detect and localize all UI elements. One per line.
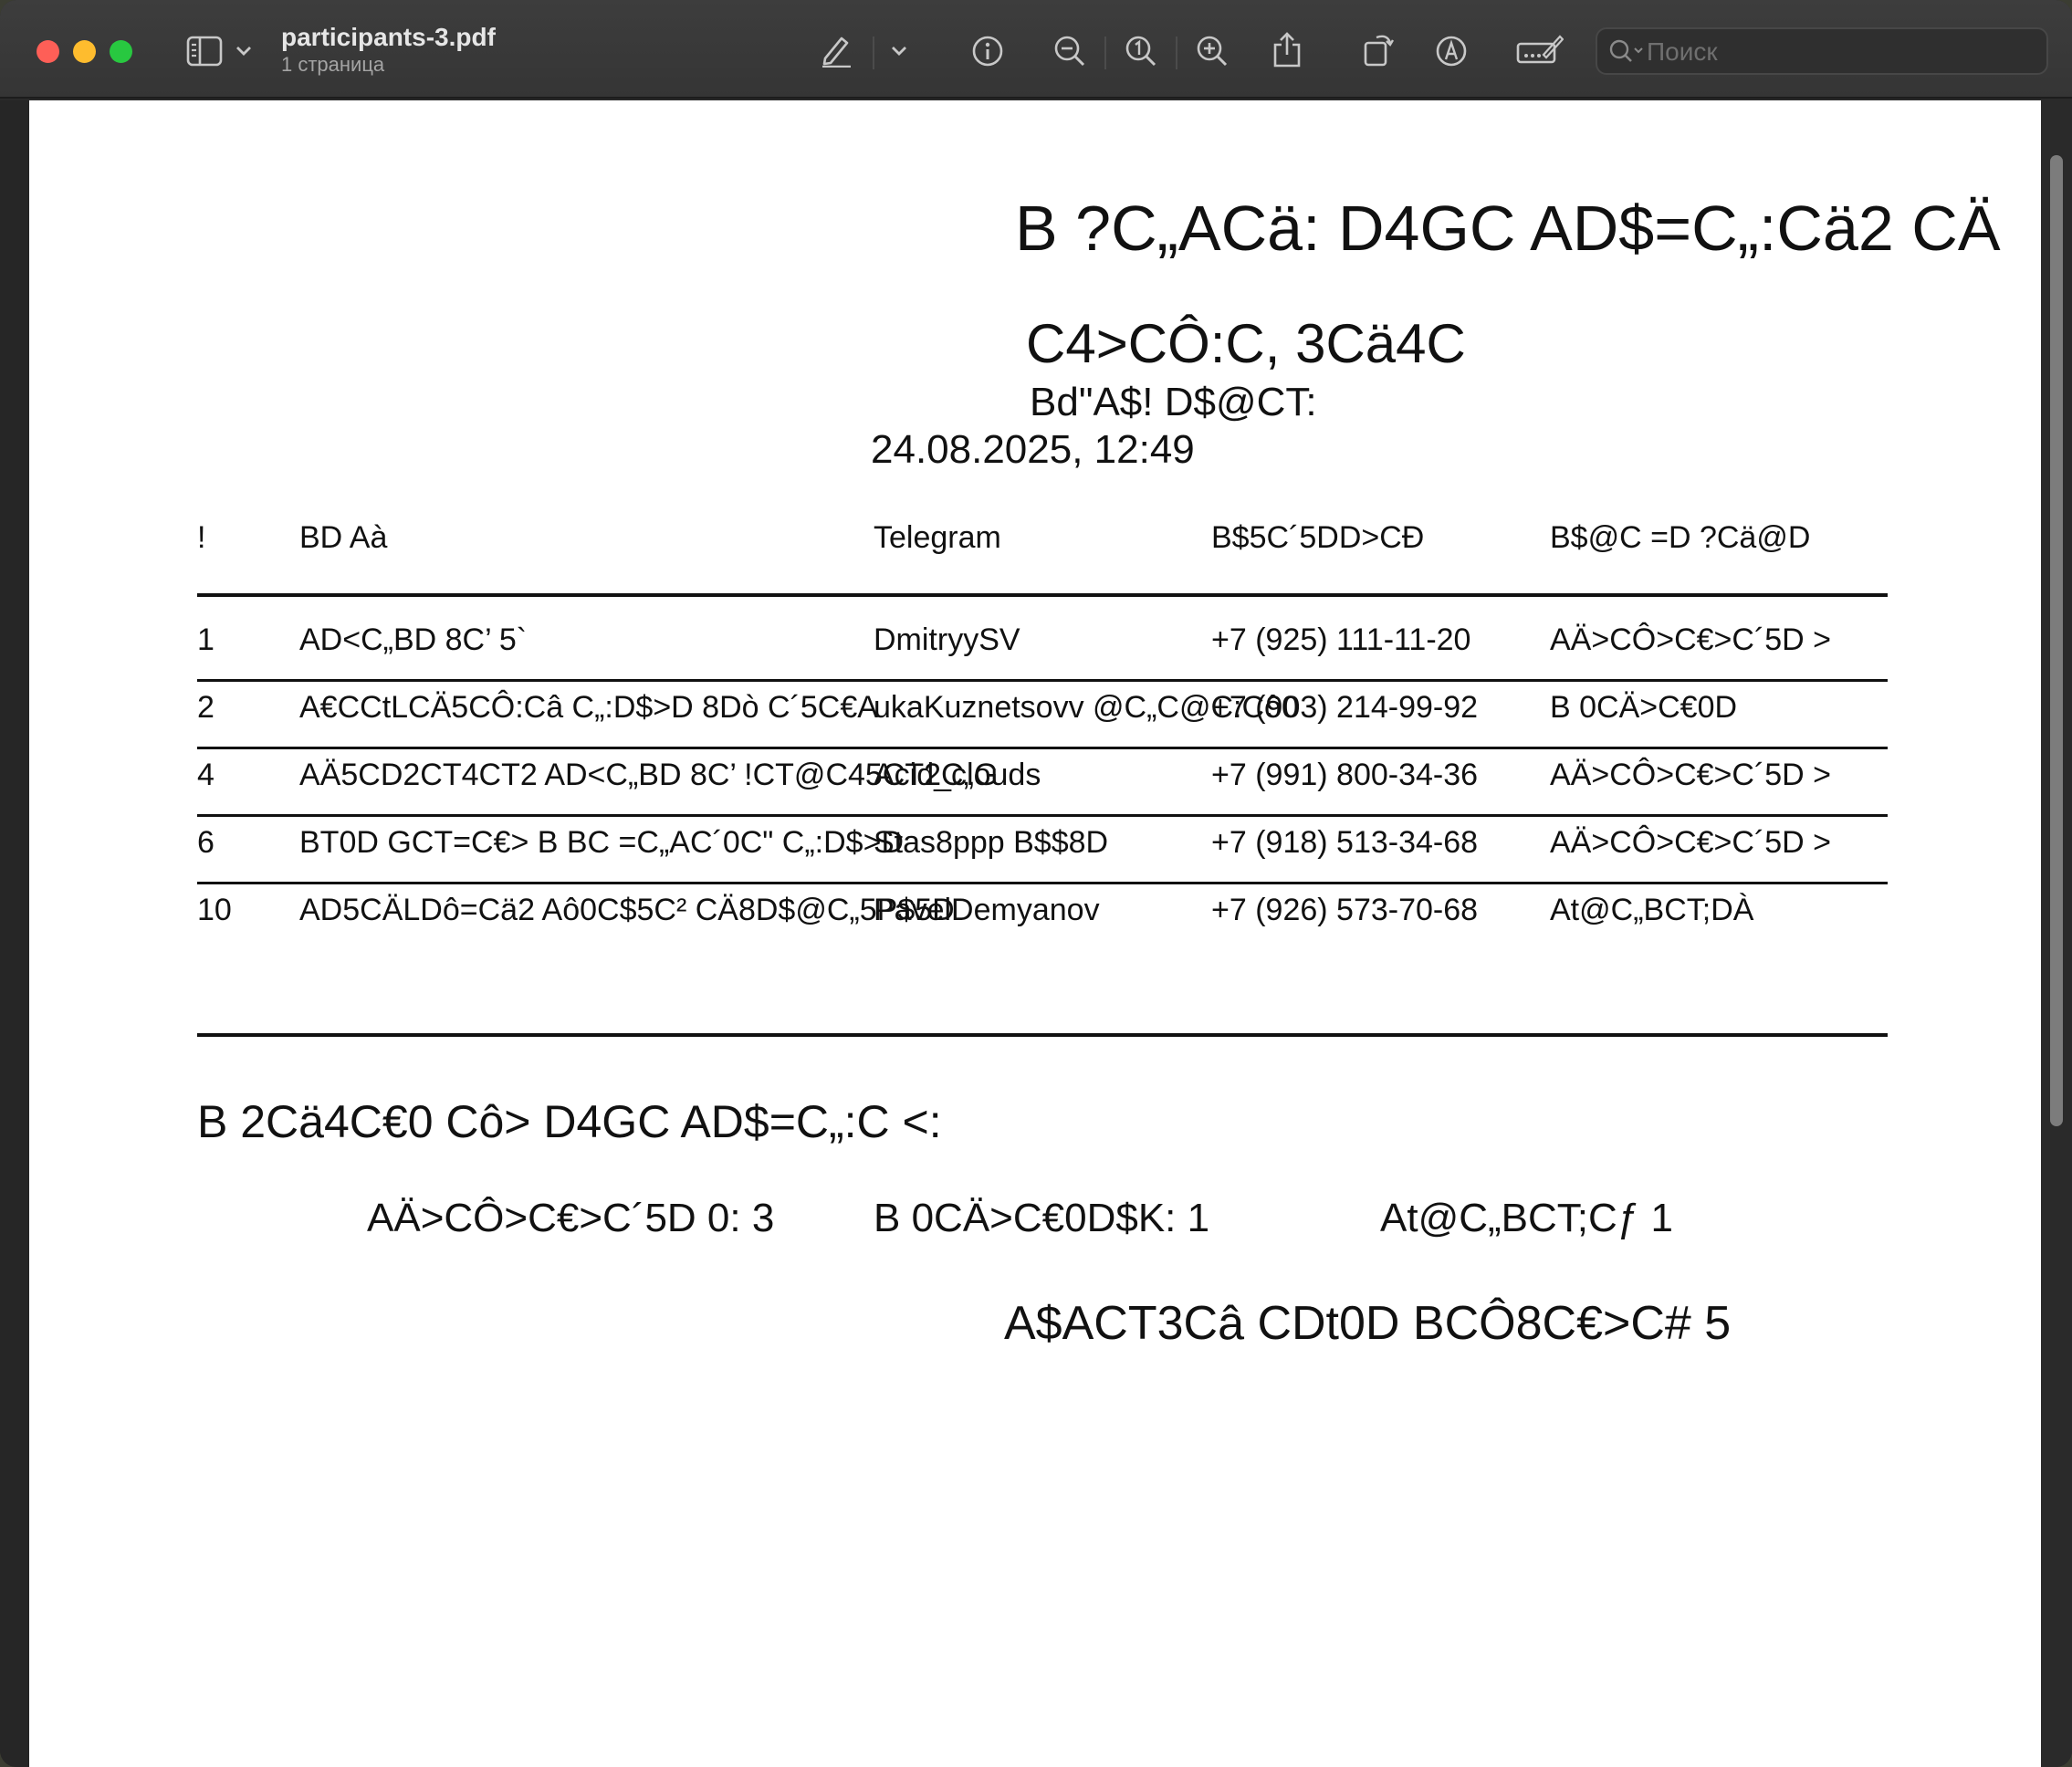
summary-stat-waiting: B 0CÄ>C€0D$K: 1 — [874, 1196, 1210, 1240]
generated-datetime: 24.08.2025, 12:49 — [871, 427, 1195, 472]
generated-label: Bd"A$! D$@CT: — [1030, 380, 1317, 424]
actual-size-icon[interactable] — [1123, 33, 1159, 69]
row-number: 10 — [197, 893, 232, 927]
row-phone: +7 (926) 573-70-68 — [1211, 893, 1479, 927]
column-header-phone: B$5C´5DD>CĐ — [1211, 520, 1425, 555]
document-view[interactable]: B ?C„ACä: D4GC AD$=C„:Cä2 CÄ C4>CÔ:C, 3C… — [0, 100, 2072, 1767]
scrollbar-thumb[interactable] — [2050, 155, 2063, 1126]
column-header-telegram: Telegram — [874, 520, 1001, 555]
row-telegram: PavelDemyanov — [874, 893, 1100, 927]
info-icon[interactable] — [969, 33, 1006, 69]
search-icon — [1608, 38, 1645, 70]
row-status: AÄ>CÔ>C€>C´5D > — [1550, 825, 1832, 860]
row-divider — [197, 747, 1888, 749]
form-fill-icon[interactable] — [1515, 31, 1564, 68]
row-divider — [197, 814, 1888, 817]
row-name: AD5CÄLDô=Cä2 Aô0C$5C² CÄ8D$@C„5P$5D — [299, 893, 955, 927]
column-header-name: BD Aà — [299, 520, 388, 555]
row-telegram: Stas8ppp B$$8D — [874, 825, 1109, 860]
toolbar: participants-3.pdf 1 страница — [0, 0, 2072, 99]
chevron-down-icon[interactable] — [232, 40, 256, 62]
row-status: B 0CÄ>C€0D — [1550, 690, 1738, 725]
document-title-block: participants-3.pdf 1 страница — [281, 22, 496, 77]
row-name: BT0D GCT=C€> B BC =C„AC´0C" C„:D$>D — [299, 825, 905, 860]
column-header-number: ! — [197, 520, 206, 555]
row-divider — [197, 882, 1888, 884]
row-name: AD<C„BD 8C’ 5` — [299, 622, 528, 657]
row-name: A€CCtLCÄ5CÔ:Câ C„:D$>D 8Dò C´5C€A — [299, 690, 878, 725]
row-telegram: DmitryySV — [874, 622, 1020, 657]
summary-stat-declined: At@C„BCT;Cƒ 1 — [1380, 1196, 1673, 1240]
summary-title: B 2Cä4C€0 Cô> D4GC AD$=C„:C <: — [197, 1096, 942, 1147]
close-window-button[interactable] — [37, 40, 59, 63]
toolbar-separator — [873, 37, 874, 69]
column-header-status: B$@C =D ?Cä@D — [1550, 520, 1811, 555]
minimize-window-button[interactable] — [73, 40, 96, 63]
row-status: AÄ>CÔ>C€>C´5D > — [1550, 622, 1832, 657]
markup-pen-icon[interactable] — [818, 31, 854, 69]
row-phone: +7 (903) 214-99-92 — [1211, 690, 1479, 725]
row-phone: +7 (991) 800-34-36 — [1211, 758, 1479, 792]
row-phone: +7 (918) 513-34-68 — [1211, 825, 1479, 860]
sidebar-icon[interactable] — [183, 31, 226, 71]
share-icon[interactable] — [1269, 29, 1305, 69]
document-title: participants-3.pdf — [281, 23, 496, 51]
search-input[interactable] — [1647, 37, 2030, 68]
report-subtitle: C4>CÔ:C, 3Cä4C — [1026, 313, 1466, 374]
toolbar-separator — [1104, 37, 1106, 69]
toolbar-separator — [1176, 37, 1177, 69]
row-number: 2 — [197, 690, 215, 725]
header-divider — [197, 593, 1888, 597]
row-phone: +7 (925) 111-11-20 — [1211, 622, 1471, 657]
rotate-icon[interactable] — [1360, 29, 1397, 69]
markup-icon[interactable] — [1433, 33, 1470, 69]
summary-total: A$ACT3Câ CDt0D BCÔ8C€>C# 5 — [1004, 1297, 1732, 1350]
table-bottom-divider — [197, 1033, 1888, 1037]
row-number: 4 — [197, 758, 215, 792]
row-telegram: Acid_clouds — [874, 758, 1041, 792]
row-number: 1 — [197, 622, 215, 657]
zoom-in-icon[interactable] — [1194, 33, 1230, 69]
fullscreen-window-button[interactable] — [110, 40, 132, 63]
zoom-out-icon[interactable] — [1052, 33, 1088, 69]
row-number: 6 — [197, 825, 215, 860]
chevron-down-icon[interactable] — [887, 40, 911, 62]
document-page-count: 1 страница — [281, 53, 385, 76]
pdf-page: B ?C„ACä: D4GC AD$=C„:Cä2 CÄ C4>CÔ:C, 3C… — [29, 100, 2041, 1767]
search-field[interactable] — [1596, 27, 2048, 75]
row-divider — [197, 679, 1888, 682]
preview-window: participants-3.pdf 1 страница Поиск B ?C… — [0, 0, 2072, 1767]
summary-stat-confirmed: AÄ>CÔ>C€>C´5D 0: 3 — [367, 1196, 775, 1240]
row-status: At@C„BCT;DÀ — [1550, 893, 1754, 927]
report-title: B ?C„ACä: D4GC AD$=C„:Cä2 CÄ — [1015, 193, 2001, 264]
row-status: AÄ>CÔ>C€>C´5D > — [1550, 758, 1832, 792]
